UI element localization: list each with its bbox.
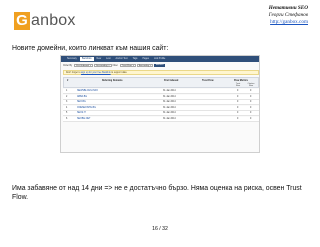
tab-anchor-text[interactable]: Anchor Text bbox=[113, 57, 129, 61]
referring-domain-link[interactable]: NEWSBLOGS.INFO bbox=[77, 89, 98, 94]
first-indexed-date: 31 Jan 2014 bbox=[163, 106, 176, 109]
intro-text: Новите домейни, които линкват към нашия … bbox=[12, 45, 169, 52]
table-row: 2 ABBA.BG 31 Jan 2014 0 0 bbox=[63, 94, 259, 100]
first-indexed-date: 31 Jan 2014 bbox=[163, 101, 176, 103]
author-contact: Нетативни SEO Георги Стефанов http://gan… bbox=[218, 5, 308, 26]
table-row: 3 SEO.BG 31 Jan 2014 0 0 bbox=[63, 100, 259, 105]
first-indexed-date: 31 Jan 2014 bbox=[163, 90, 176, 92]
notice-suffix: to support data bbox=[111, 72, 127, 74]
col-first-indexed-header[interactable]: First Indexed bbox=[164, 80, 178, 82]
filter-metric-value: Trust Flow bbox=[121, 64, 132, 67]
row-number: 2 bbox=[66, 95, 68, 98]
contact-title: Нетативни SEO bbox=[268, 5, 308, 11]
col-num-header: # bbox=[67, 79, 69, 82]
page-number: 16 / 32 bbox=[152, 226, 168, 232]
filter-label: Filter bbox=[112, 64, 118, 67]
citation-flow-value: 0 bbox=[250, 106, 252, 109]
notice-prefix: Don't forget to bbox=[66, 72, 81, 74]
chevron-down-icon: ▾ bbox=[150, 64, 152, 67]
order-by-label: Order By bbox=[63, 64, 73, 67]
col-trust-sub-header: Trust Flow bbox=[235, 83, 241, 88]
trust-flow-value: 0 bbox=[237, 95, 239, 98]
logo-initial: G bbox=[14, 12, 30, 30]
table-row: 5 SEO2.IT 31 Jan 2014 0 0 bbox=[63, 111, 259, 116]
tab-tags[interactable]: Tags bbox=[131, 57, 140, 61]
tab-pages[interactable]: Pages bbox=[140, 57, 151, 61]
tab-summary[interactable]: Summary bbox=[65, 57, 79, 61]
col-domain-header[interactable]: Referring Domains bbox=[102, 80, 123, 82]
first-indexed-date: 31 Jan 2014 bbox=[163, 112, 176, 114]
tool-nav-bar: Summary Backlinks New Lost Anchor Text T… bbox=[61, 56, 259, 62]
filter-bar: Order By First Indexed▾ Descending▾ Filt… bbox=[63, 63, 259, 68]
first-indexed-date: 31 Jan 2014 bbox=[163, 117, 176, 120]
referring-domain-link[interactable]: SEOBG.NET bbox=[77, 117, 90, 122]
row-number: 1 bbox=[66, 90, 68, 92]
tab-backlinks[interactable]: Backlinks bbox=[79, 57, 94, 61]
trust-flow-value: 0 bbox=[237, 112, 239, 114]
trust-flow-value: 0 bbox=[237, 106, 239, 109]
col-trust-flow-header[interactable]: Trust Flow bbox=[202, 80, 213, 82]
filter-direction-select[interactable]: Ascending▾ bbox=[137, 63, 154, 68]
row-number: 4 bbox=[66, 106, 68, 109]
citation-flow-value: 0 bbox=[250, 101, 252, 103]
chevron-down-icon: ▾ bbox=[89, 64, 91, 67]
table-row: 6 SEOBG.NET 31 Jan 2014 0 0 bbox=[63, 116, 259, 122]
citation-flow-value: 0 bbox=[250, 90, 252, 92]
order-by-value: First Indexed bbox=[76, 64, 89, 67]
chevron-down-icon: ▾ bbox=[108, 64, 110, 67]
tab-new[interactable]: New bbox=[95, 57, 104, 61]
row-number: 6 bbox=[66, 117, 68, 120]
order-by-select[interactable]: First Indexed▾ bbox=[74, 63, 93, 68]
table-header: # Referring Domains First Indexed Trust … bbox=[63, 77, 259, 88]
trust-flow-value: 0 bbox=[237, 101, 239, 103]
citation-flow-value: 0 bbox=[250, 95, 252, 98]
trust-flow-value: 0 bbox=[237, 90, 239, 92]
col-citation-sub-header: Citation Flow bbox=[247, 83, 255, 88]
backlinks-screenshot: Summary Backlinks New Lost Anchor Text T… bbox=[60, 55, 260, 153]
row-number: 3 bbox=[66, 101, 68, 103]
chevron-down-icon: ▾ bbox=[132, 64, 134, 67]
tab-lost[interactable]: Lost bbox=[104, 57, 112, 61]
referring-domain-link[interactable]: SEO.BG bbox=[77, 100, 86, 105]
referring-domain-link[interactable]: ONESEOSITE.BG bbox=[77, 106, 96, 111]
conclusion-text: Има забавяне от над 14 дни => не е доста… bbox=[12, 185, 302, 202]
refresh-button[interactable]: Refresh bbox=[154, 63, 165, 68]
tab-link-profile[interactable]: Link Profile bbox=[152, 57, 167, 61]
ganbox-logo: G anbox bbox=[14, 12, 76, 30]
row-number: 5 bbox=[66, 112, 68, 114]
table-row: 1 NEWSBLOGS.INFO 31 Jan 2014 0 0 bbox=[63, 89, 259, 94]
filter-direction-value: Ascending bbox=[139, 64, 150, 67]
citation-flow-value: 0 bbox=[250, 117, 252, 120]
trust-flow-value: 0 bbox=[237, 117, 239, 120]
order-direction-value: Descending bbox=[95, 64, 108, 67]
contact-name: Георги Стефанов bbox=[268, 12, 308, 18]
table-row: 4 ONESEOSITE.BG 31 Jan 2014 0 0 bbox=[63, 105, 259, 111]
logo-text: anbox bbox=[31, 12, 76, 29]
citation-flow-value: 0 bbox=[250, 112, 252, 114]
notice-link[interactable]: sign up for your free Backlink bbox=[81, 72, 111, 74]
referring-domain-link[interactable]: SEO2.IT bbox=[77, 111, 86, 116]
notice-banner: Don't forget to sign up for your free Ba… bbox=[63, 70, 259, 75]
first-indexed-date: 31 Jan 2014 bbox=[163, 95, 176, 98]
referring-domain-link[interactable]: ABBA.BG bbox=[77, 95, 87, 100]
contact-url-link[interactable]: http://ganbox.com bbox=[218, 19, 308, 26]
col-flow-metrics-header: Flow Metrics bbox=[234, 79, 248, 82]
order-direction-select[interactable]: Descending▾ bbox=[93, 63, 112, 68]
filter-metric-select[interactable]: Trust Flow▾ bbox=[119, 63, 136, 68]
